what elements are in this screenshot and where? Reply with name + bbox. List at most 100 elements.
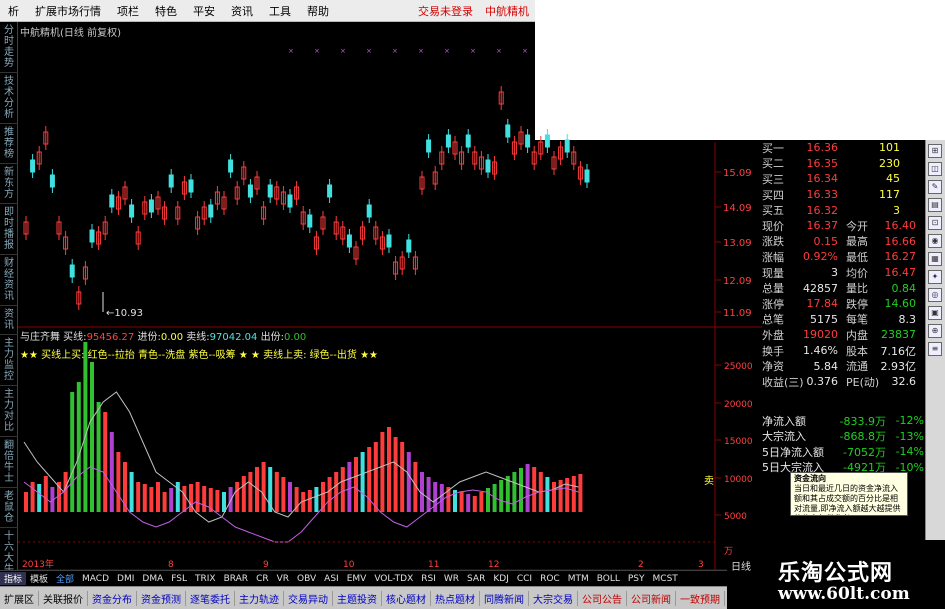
flow-bar <box>578 474 583 512</box>
function-tab[interactable]: 主题投资 <box>333 590 382 606</box>
menu-item-special[interactable]: 特色 <box>147 3 185 19</box>
indicator-tab[interactable]: CCI <box>513 574 536 584</box>
bid-row: 买三 16.34 45 <box>762 171 925 187</box>
function-tab[interactable]: 核心题材 <box>382 590 431 606</box>
vertical-tab[interactable]: 新东方 <box>0 164 18 204</box>
toolbar-icon[interactable]: ▤ <box>928 198 942 212</box>
indicator-tab[interactable]: MTM <box>564 574 593 584</box>
indicator-tab[interactable]: 全部 <box>52 572 78 585</box>
function-tab[interactable]: 公司新闻 <box>627 590 676 606</box>
indicator-tab[interactable]: MCST <box>649 574 682 584</box>
toolbar-icon[interactable]: ◉ <box>928 234 942 248</box>
quote-label: 净资 <box>762 360 784 374</box>
sub-tick-label: 5000 <box>724 512 747 522</box>
vertical-tab[interactable]: 分时走势 <box>0 22 18 73</box>
indicator-tab[interactable]: OBV <box>293 574 320 584</box>
vertical-tab[interactable]: 主力对比 <box>0 386 18 437</box>
fund-flow-row[interactable]: 大宗流入 -868.8万 -13% <box>762 429 925 445</box>
login-status[interactable]: 交易未登录 <box>412 3 479 19</box>
function-tab[interactable]: 关联报价 <box>39 590 88 606</box>
sub-indicator-header: 与庄齐舞 买线:95456.27 进份:0.00 卖线:97042.04 出份:… <box>20 330 306 343</box>
indicator-tab[interactable]: PSY <box>624 574 649 584</box>
quote-value-2: 16.47 <box>884 266 917 280</box>
sub-tick-label: 10000 <box>724 475 753 485</box>
menu-item-pingan[interactable]: 平安 <box>185 3 223 19</box>
indicator-tab[interactable]: BRAR <box>220 574 252 584</box>
menu-item-ext-market[interactable]: 扩展市场行情 <box>27 3 109 19</box>
function-tab[interactable]: 资金预测 <box>137 590 186 606</box>
function-tab[interactable]: 交易异动 <box>284 590 333 606</box>
function-tab[interactable]: 同腾新闻 <box>480 590 529 606</box>
toolbar-icon[interactable]: ⊡ <box>928 216 942 230</box>
indicator-tab[interactable]: WR <box>440 574 463 584</box>
toolbar-icon[interactable]: ⊕ <box>928 324 942 338</box>
indicator-tab[interactable]: DMI <box>113 574 138 584</box>
indicator-tab[interactable]: 指标 <box>0 572 27 585</box>
flow-bar <box>202 486 207 512</box>
quote-row: 总笔 5175 每笔 8.3 <box>762 312 925 328</box>
quote-value: 1.46% <box>803 344 838 358</box>
quote-label: 现价 <box>762 219 784 233</box>
menu-item-columns[interactable]: 项栏 <box>109 3 147 19</box>
toolbar-icon[interactable]: ▣ <box>928 306 942 320</box>
indicator-tab[interactable]: CR <box>252 574 273 584</box>
indicator-tab[interactable]: TRIX <box>191 574 220 584</box>
quote-label-2: 今开 <box>846 219 868 233</box>
toolbar-icon[interactable]: ✦ <box>928 270 942 284</box>
menu-item-news[interactable]: 资讯 <box>223 3 261 19</box>
fund-flow-panel[interactable]: 净流入额 -833.9万 -12% 大宗流入 -868.8万 -13% 5日净流入额 -705… <box>762 413 925 475</box>
vertical-tab[interactable]: 资讯 <box>0 306 18 335</box>
indicator-tab[interactable]: KDJ <box>489 574 513 584</box>
vertical-tab[interactable]: 财经资讯 <box>0 255 18 306</box>
fund-flow-row[interactable]: 净流入额 -833.9万 -12% <box>762 413 925 429</box>
function-tab[interactable]: 一致预期 <box>676 590 725 606</box>
function-tab[interactable]: 资金分布 <box>88 590 137 606</box>
quote-value-2: 23837 <box>881 328 916 342</box>
function-tab[interactable]: 热点题材 <box>431 590 480 606</box>
toolbar-icon[interactable]: ◫ <box>928 162 942 176</box>
indicator-tab[interactable]: ASI <box>320 574 343 584</box>
toolbar-icon[interactable]: ◎ <box>928 288 942 302</box>
indicator-tab[interactable]: FSL <box>167 574 191 584</box>
menu-item-analysis[interactable]: 析 <box>0 3 27 19</box>
indicator-tab[interactable]: 模板 <box>26 572 52 585</box>
vertical-tab[interactable]: 即时播报 <box>0 204 18 255</box>
vertical-tab[interactable]: 技术分析 <box>0 73 18 124</box>
menu-item-tools[interactable]: 工具 <box>261 3 299 19</box>
indicator-tab[interactable]: BOLL <box>593 574 624 584</box>
bid-level-label: 买一 <box>762 141 784 155</box>
function-tab[interactable]: 大宗交易 <box>529 590 578 606</box>
function-tab[interactable]: 主力轨迹 <box>235 590 284 606</box>
vertical-tab[interactable]: 推荐榜 <box>0 124 18 164</box>
bid-row: 买一 16.36 101 <box>762 140 925 156</box>
event-marker: × <box>444 47 450 55</box>
chart-title: 中航精机(日线 前复权) <box>20 28 121 39</box>
vertical-tab[interactable]: 主力监控 <box>0 335 18 386</box>
function-tab[interactable]: 逐笔委托 <box>186 590 235 606</box>
indicator-tab[interactable]: EMV <box>343 574 371 584</box>
indicator-tab[interactable]: VR <box>273 574 293 584</box>
toolbar-icon[interactable]: ▦ <box>928 252 942 266</box>
flow-bar <box>459 492 464 512</box>
flow-bar <box>314 487 319 512</box>
quote-label: 总量 <box>762 282 784 296</box>
quote-row: 换手 1.46% 股本 7.16亿 <box>762 343 925 359</box>
indicator-tab[interactable]: MACD <box>78 574 113 584</box>
toolbar-icon[interactable]: ✎ <box>928 180 942 194</box>
menu-item-help[interactable]: 帮助 <box>299 3 337 19</box>
flow-bar <box>149 487 154 512</box>
vertical-tab[interactable]: 翻倍牛士 <box>0 437 18 488</box>
indicator-tab[interactable]: ROC <box>536 574 564 584</box>
indicator-tab[interactable]: DMA <box>138 574 167 584</box>
candle-body <box>109 194 115 208</box>
toolbar-icon[interactable]: ⊞ <box>928 144 942 158</box>
indicator-tab[interactable]: SAR <box>463 574 489 584</box>
fund-flow-row[interactable]: 5日净流入额 -7052万 -14% <box>762 444 925 460</box>
function-tab[interactable]: 扩展区 <box>0 590 39 606</box>
vertical-tab[interactable]: 老鼠仓 <box>0 488 18 528</box>
indicator-tab[interactable]: VOL-TDX <box>370 574 417 584</box>
toolbar-icon[interactable]: ≡ <box>928 342 942 356</box>
function-tab[interactable]: 公司公告 <box>578 590 627 606</box>
header-value: 出份: <box>257 330 284 343</box>
indicator-tab[interactable]: RSI <box>417 574 440 584</box>
